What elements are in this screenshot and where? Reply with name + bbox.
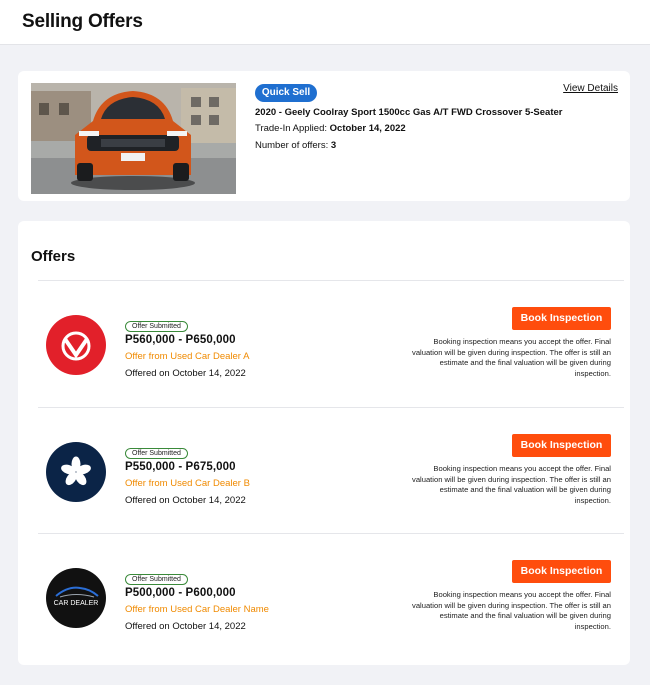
view-details-link[interactable]: View Details bbox=[563, 83, 618, 94]
car-dealer-logo-icon: CAR DEALER bbox=[46, 568, 106, 628]
offer-price: P560,000 - P650,000 bbox=[125, 334, 236, 346]
inspection-disclaimer: Booking inspection means you accept the … bbox=[412, 590, 611, 631]
page-title: Selling Offers bbox=[22, 11, 143, 32]
v-logo-icon bbox=[46, 315, 106, 375]
dealer-name: Offer from Used Car Dealer B bbox=[125, 478, 250, 489]
offer-row: Offer Submitted P550,000 - P675,000 Offe… bbox=[38, 408, 624, 534]
offers-heading: Offers bbox=[31, 248, 76, 265]
offers-count-line: Number of offers: 3 bbox=[255, 140, 336, 151]
trade-in-label: Trade-In Applied: bbox=[255, 123, 327, 134]
dealer-name: Offer from Used Car Dealer A bbox=[125, 351, 250, 362]
quick-sell-badge: Quick Sell bbox=[255, 84, 317, 102]
inspection-disclaimer: Booking inspection means you accept the … bbox=[412, 337, 611, 378]
car-dealer-logo-text: CAR DEALER bbox=[54, 600, 99, 607]
offer-price: P500,000 - P600,000 bbox=[125, 587, 236, 599]
offer-row: CAR DEALER Offer Submitted P500,000 - P6… bbox=[38, 534, 624, 660]
vehicle-card: Quick Sell View Details 2020 - Geely Coo… bbox=[18, 71, 630, 201]
offered-date: Offered on October 14, 2022 bbox=[125, 621, 246, 632]
offers-count-label: Number of offers: bbox=[255, 140, 329, 151]
trade-in-line: Trade-In Applied: October 14, 2022 bbox=[255, 123, 406, 134]
status-badge: Offer Submitted bbox=[125, 574, 188, 585]
book-inspection-button[interactable]: Book Inspection bbox=[512, 560, 611, 583]
offers-card: Offers Offer Submitted P560,000 - P650,0… bbox=[18, 221, 630, 665]
book-inspection-button[interactable]: Book Inspection bbox=[512, 434, 611, 457]
offered-date: Offered on October 14, 2022 bbox=[125, 368, 246, 379]
inspection-disclaimer: Booking inspection means you accept the … bbox=[412, 464, 611, 505]
trade-in-date: October 14, 2022 bbox=[329, 123, 406, 134]
header-bar: Selling Offers bbox=[0, 0, 650, 45]
asterisk-logo-icon bbox=[46, 442, 106, 502]
offer-price: P550,000 - P675,000 bbox=[125, 461, 236, 473]
status-badge: Offer Submitted bbox=[125, 321, 188, 332]
offers-count: 3 bbox=[330, 140, 337, 151]
car-photo bbox=[31, 83, 236, 194]
book-inspection-button[interactable]: Book Inspection bbox=[512, 307, 611, 330]
offered-date: Offered on October 14, 2022 bbox=[125, 495, 246, 506]
status-badge: Offer Submitted bbox=[125, 448, 188, 459]
vehicle-name: 2020 - Geely Coolray Sport 1500cc Gas A/… bbox=[255, 107, 563, 118]
dealer-name: Offer from Used Car Dealer Name bbox=[125, 604, 269, 615]
offer-row: Offer Submitted P560,000 - P650,000 Offe… bbox=[38, 281, 624, 407]
